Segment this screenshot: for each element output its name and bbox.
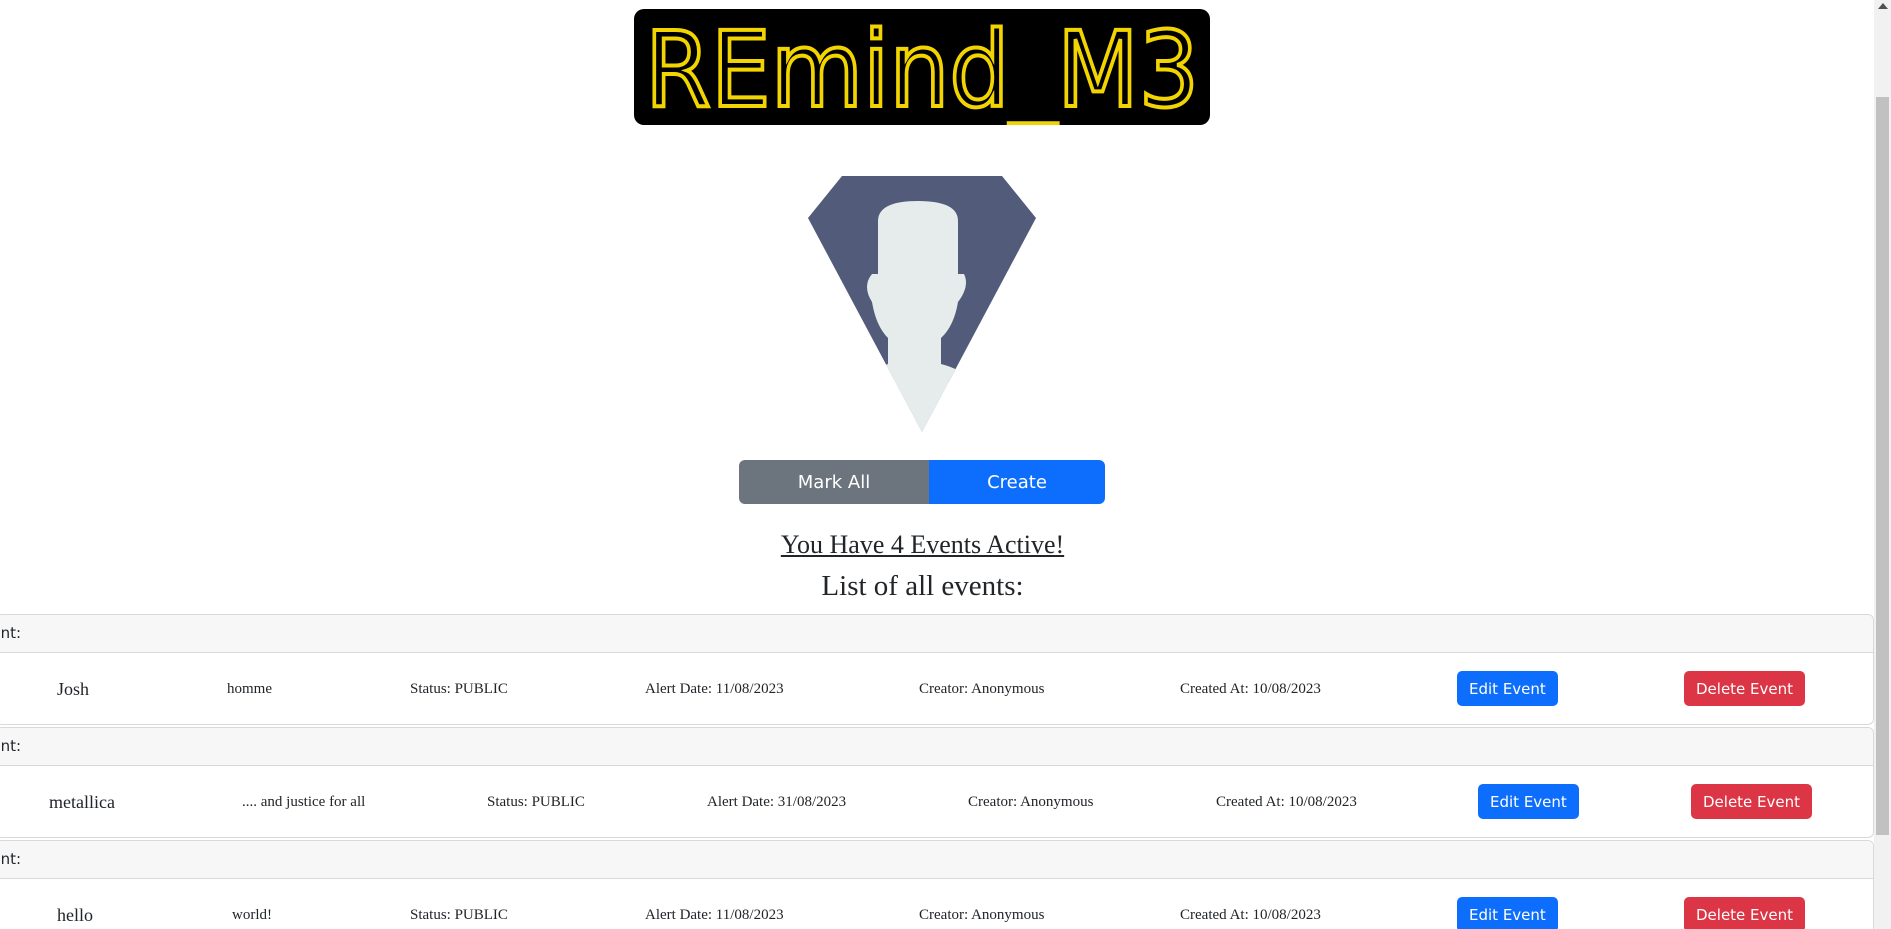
event-status: Status: PUBLIC: [410, 907, 508, 923]
delete-event-button[interactable]: Delete Event: [1684, 671, 1806, 706]
event-created-at: Created At: 10/08/2023: [1216, 794, 1357, 810]
edit-event-button[interactable]: Edit Event: [1457, 897, 1558, 929]
action-button-group: Mark All Create: [739, 460, 1105, 504]
event-card: Event: metallica .... and justice for al…: [0, 727, 1874, 838]
event-card-header: Event:: [0, 728, 1873, 766]
event-card-header: Event:: [0, 841, 1873, 879]
event-card: Event: Josh homme Status: PUBLIC Alert D…: [0, 614, 1874, 725]
event-description: .... and justice for all: [242, 794, 366, 810]
event-header-label: Event:: [0, 850, 22, 868]
active-events-link[interactable]: You Have 4 Events Active!: [0, 530, 1845, 560]
event-created-at: Created At: 10/08/2023: [1180, 681, 1321, 697]
event-status: Status: PUBLIC: [487, 794, 585, 810]
event-header-label: Event:: [0, 737, 22, 755]
event-card-body: metallica .... and justice for all Statu…: [0, 766, 1873, 837]
delete-event-button[interactable]: Delete Event: [1684, 897, 1806, 929]
scroll-up-arrow-icon[interactable]: [1878, 3, 1888, 9]
event-creator: Creator: Anonymous: [919, 907, 1045, 923]
vertical-scrollbar[interactable]: [1874, 0, 1891, 929]
event-name: Josh: [57, 679, 90, 699]
event-name: metallica: [49, 792, 115, 812]
event-card-header: Event:: [0, 615, 1873, 653]
user-avatar: [808, 176, 1036, 432]
event-alert-date: Alert Date: 11/08/2023: [645, 907, 784, 923]
events-list-title: List of all events:: [821, 570, 1024, 602]
mark-all-button[interactable]: Mark All: [739, 460, 929, 504]
event-header-label: Event:: [0, 624, 22, 642]
app-logo: REmind_M3: [634, 9, 1210, 125]
event-alert-date: Alert Date: 31/08/2023: [707, 794, 847, 810]
avatar-icon: [808, 176, 1036, 432]
create-button[interactable]: Create: [929, 460, 1105, 504]
event-alert-date: Alert Date: 11/08/2023: [645, 681, 784, 697]
event-description: homme: [227, 681, 272, 697]
event-creator: Creator: Anonymous: [919, 681, 1045, 697]
edit-event-button[interactable]: Edit Event: [1457, 671, 1558, 706]
edit-event-button[interactable]: Edit Event: [1478, 784, 1579, 819]
logo-text: REmind_M3: [645, 9, 1199, 125]
event-card: Event: hello world! Status: PUBLIC Alert…: [0, 840, 1874, 929]
event-created-at: Created At: 10/08/2023: [1180, 907, 1321, 923]
delete-event-button[interactable]: Delete Event: [1691, 784, 1813, 819]
event-creator: Creator: Anonymous: [968, 794, 1094, 810]
event-card-body: hello world! Status: PUBLIC Alert Date: …: [0, 879, 1873, 929]
page-viewport: REmind_M3 Mark All Create You Have 4 Eve…: [0, 0, 1874, 929]
event-description: world!: [232, 907, 272, 923]
event-card-body: Josh homme Status: PUBLIC Alert Date: 11…: [0, 653, 1873, 724]
scrollbar-thumb[interactable]: [1876, 97, 1889, 835]
event-name: hello: [57, 905, 93, 925]
event-status: Status: PUBLIC: [410, 681, 508, 697]
